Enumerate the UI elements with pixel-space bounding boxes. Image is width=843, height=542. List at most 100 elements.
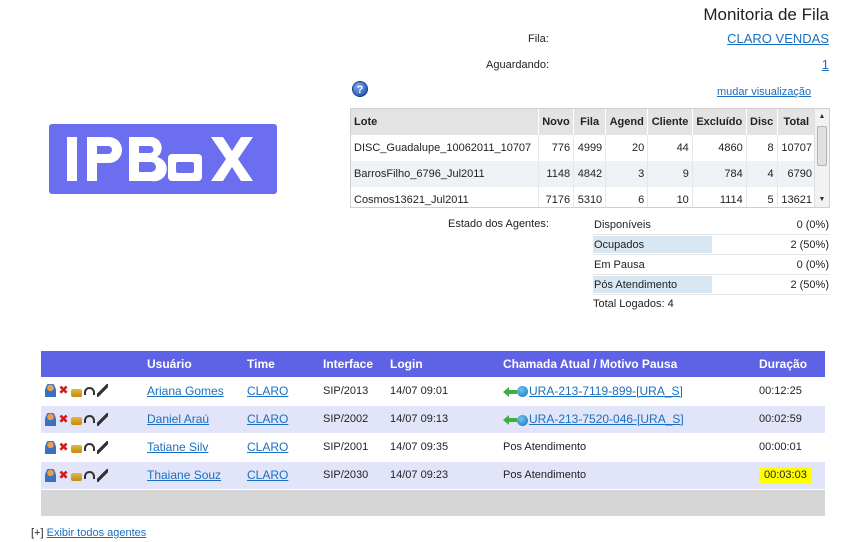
agent-user-icon[interactable] xyxy=(45,384,56,398)
agent-duration-cell: 00:12:25 xyxy=(755,377,825,406)
lote-col-header[interactable]: Fila xyxy=(573,109,607,135)
mudar-visualizacao-link[interactable]: mudar visualização xyxy=(717,86,811,98)
estado-row-ocupados: Ocupados 2 (50%) xyxy=(593,235,830,255)
lock-icon[interactable] xyxy=(71,388,82,397)
lote-total: 13621 xyxy=(777,187,817,207)
logout-x-icon[interactable]: ✖ xyxy=(58,412,69,426)
agent-user: Ariana Gomes xyxy=(143,377,243,406)
estado-agentes-list: Disponíveis 0 (0%) Ocupados 2 (50%) Em P… xyxy=(593,215,830,295)
agent-team-link[interactable]: CLARO xyxy=(247,440,288,454)
aguardando-link[interactable]: 1 xyxy=(822,57,829,72)
lote-excluido: 4860 xyxy=(692,135,747,161)
scroll-thumb[interactable] xyxy=(817,126,827,166)
lock-icon[interactable] xyxy=(71,445,82,453)
lote-col-header[interactable]: Novo xyxy=(538,109,575,135)
table-row: ✖ Tatiane Silv CLARO SIP/2001 14/07 09:35 Pos… xyxy=(41,433,825,462)
lote-cliente: 9 xyxy=(647,161,693,187)
lock-icon[interactable] xyxy=(71,417,82,425)
agent-user-icon[interactable] xyxy=(45,440,56,454)
fila-link[interactable]: CLARO VENDAS xyxy=(727,31,829,46)
ipbox-logo-graphic xyxy=(67,137,253,182)
table-row: ✖ Ariana Gomes CLARO SIP/2013 14/07 09:01 URA… xyxy=(41,377,825,406)
headset-icon[interactable] xyxy=(84,415,95,423)
headset-icon[interactable] xyxy=(84,443,95,451)
headset-icon[interactable] xyxy=(84,471,95,479)
lote-disc: 5 xyxy=(746,187,778,207)
lote-agend: 20 xyxy=(605,135,649,161)
expand-bracket[interactable]: [+] xyxy=(31,527,44,539)
table-row[interactable]: DISC_Guadalupe_10062011_10707 776 4999 2… xyxy=(351,135,817,161)
agents-col-actions xyxy=(41,351,143,377)
fila-label: Fila: xyxy=(528,33,549,45)
agent-call: Pos Atendimento xyxy=(499,461,755,490)
estado-name: Em Pausa xyxy=(594,259,645,271)
agent-user-link[interactable]: Ariana Gomes xyxy=(147,384,224,398)
table-row[interactable]: Cosmos13621_Jul2011 7176 5310 6 10 1114 … xyxy=(351,187,817,207)
logout-x-icon[interactable]: ✖ xyxy=(58,468,69,482)
lote-col-header[interactable]: Cliente xyxy=(647,109,693,135)
total-logados: Total Logados: 4 xyxy=(593,298,674,310)
scroll-down-icon[interactable]: ▼ xyxy=(815,192,829,207)
exibir-todos-agentes-link[interactable]: Exibir todos agentes xyxy=(47,527,147,539)
lote-col-header[interactable]: Excluído xyxy=(692,109,747,135)
agent-login: 14/07 09:01 xyxy=(386,377,499,406)
agents-col-time[interactable]: Time xyxy=(243,351,319,377)
lote-excluido: 784 xyxy=(692,161,747,187)
agent-duration-cell: 00:02:59 xyxy=(755,405,825,434)
lote-table-container[interactable]: Lote Novo Fila Agend Cliente Excluído Di… xyxy=(350,108,830,208)
microphone-icon[interactable] xyxy=(97,440,108,454)
agent-user-icon[interactable] xyxy=(45,468,56,482)
lote-scrollbar[interactable]: ▲ ▼ xyxy=(814,109,829,207)
microphone-icon[interactable] xyxy=(97,384,108,398)
agents-col-chamada[interactable]: Chamada Atual / Motivo Pausa xyxy=(499,351,755,377)
microphone-icon[interactable] xyxy=(97,412,108,426)
lote-total: 10707 xyxy=(777,135,817,161)
logout-x-icon[interactable]: ✖ xyxy=(58,384,69,397)
lote-col-header[interactable]: Disc xyxy=(746,109,778,135)
scroll-up-icon[interactable]: ▲ xyxy=(815,109,829,124)
agent-user-link[interactable]: Daniel Araú xyxy=(147,412,209,426)
lote-disc: 4 xyxy=(746,161,778,187)
agents-col-usuario[interactable]: Usuário xyxy=(143,351,243,377)
agent-user-icon[interactable] xyxy=(45,412,56,426)
lote-novo: 776 xyxy=(538,135,575,161)
agent-actions: ✖ xyxy=(41,377,143,406)
lote-col-header[interactable]: Lote xyxy=(351,109,539,135)
agents-col-login[interactable]: Login xyxy=(386,351,499,377)
help-icon[interactable]: ? xyxy=(352,81,368,97)
incoming-arrow-icon xyxy=(503,386,517,397)
headset-icon[interactable] xyxy=(84,386,95,395)
agents-col-interface[interactable]: Interface xyxy=(319,351,386,377)
lote-fila: 4999 xyxy=(573,135,607,161)
lock-icon[interactable] xyxy=(71,473,82,481)
lote-col-header[interactable]: Total xyxy=(777,109,817,135)
agent-interface: SIP/2002 xyxy=(319,405,386,434)
agent-duration: 00:02:59 xyxy=(759,413,802,425)
agent-user-link[interactable]: Tatiane Silv xyxy=(147,440,208,454)
agent-call: URA-213-7520-046-[URA_S] xyxy=(499,405,755,434)
call-link[interactable]: URA-213-7119-899-[URA_S] xyxy=(529,384,683,398)
lote-fila: 5310 xyxy=(573,187,607,207)
agent-team-link[interactable]: CLARO xyxy=(247,412,288,426)
agent-login: 14/07 09:23 xyxy=(386,461,499,490)
agent-team-link[interactable]: CLARO xyxy=(247,468,288,482)
exibir-todos: [+] Exibir todos agentes xyxy=(31,527,146,539)
agent-actions: ✖ xyxy=(41,405,143,434)
call-link[interactable]: URA-213-7520-046-[URA_S] xyxy=(529,412,684,426)
agent-login: 14/07 09:35 xyxy=(386,433,499,462)
agent-actions: ✖ xyxy=(41,461,143,490)
estado-agentes-label: Estado dos Agentes: xyxy=(448,218,549,230)
agents-footer xyxy=(41,489,825,517)
lote-col-header[interactable]: Agend xyxy=(605,109,649,135)
agents-panel: Usuário Time Interface Login Chamada Atu… xyxy=(41,351,825,517)
table-row[interactable]: BarrosFilho_6796_Jul2011 1148 4842 3 9 7… xyxy=(351,161,817,187)
logout-x-icon[interactable]: ✖ xyxy=(58,440,69,454)
agent-team-link[interactable]: CLARO xyxy=(247,384,288,398)
agent-team: CLARO xyxy=(243,433,319,462)
microphone-icon[interactable] xyxy=(97,468,108,482)
agents-footer-row xyxy=(41,489,825,517)
agent-duration: 00:00:01 xyxy=(759,441,802,453)
lote-cliente: 10 xyxy=(647,187,693,207)
agent-user-link[interactable]: Thaiane Souz xyxy=(147,468,221,482)
agents-col-duracao[interactable]: Duração xyxy=(755,351,825,377)
